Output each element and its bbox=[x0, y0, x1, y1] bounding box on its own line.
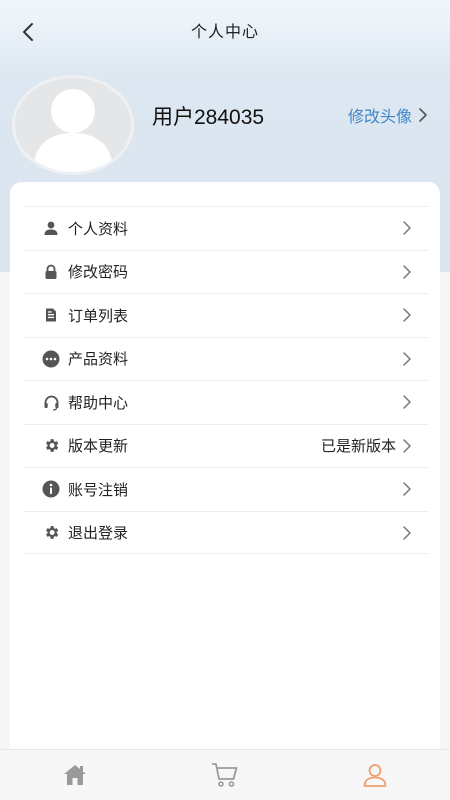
menu-item-label: 修改密码 bbox=[68, 263, 129, 282]
menu-item-logout[interactable]: 退出登录 bbox=[24, 510, 428, 554]
tab-home[interactable] bbox=[45, 750, 105, 800]
menu-list: 个人资料 修改密码 订单列表 产品资料 帮助中心 版本更新 已是新版本 账号注销… bbox=[24, 206, 428, 554]
cart-icon bbox=[211, 763, 238, 787]
menu-item-label: 订单列表 bbox=[68, 306, 129, 325]
menu-item-help-center[interactable]: 帮助中心 bbox=[24, 380, 428, 424]
lock-icon bbox=[42, 263, 60, 281]
menu-item-version-update[interactable]: 版本更新 已是新版本 bbox=[24, 423, 428, 468]
menu-item-label: 帮助中心 bbox=[68, 393, 129, 412]
back-button[interactable] bbox=[16, 20, 40, 44]
menu-item-order-list[interactable]: 订单列表 bbox=[24, 293, 428, 337]
change-avatar-label: 修改头像 bbox=[347, 107, 412, 126]
profile-section: 用户284035 修改头像 bbox=[0, 75, 450, 175]
nav-bar: 个人中心 bbox=[0, 0, 450, 60]
chevron-right-icon bbox=[403, 438, 411, 453]
version-status: 已是新版本 bbox=[320, 437, 396, 456]
person-icon bbox=[42, 219, 60, 237]
document-icon bbox=[42, 306, 60, 324]
gear-icon bbox=[42, 523, 60, 541]
menu-card: 个人资料 修改密码 订单列表 产品资料 帮助中心 版本更新 已是新版本 账号注销… bbox=[10, 182, 440, 800]
bottom-tab-bar bbox=[0, 749, 450, 800]
tab-profile[interactable] bbox=[345, 750, 405, 800]
chevron-right-icon bbox=[419, 108, 427, 122]
menu-item-change-password[interactable]: 修改密码 bbox=[24, 249, 428, 294]
chevron-right-icon bbox=[403, 395, 411, 409]
chevron-right-icon bbox=[403, 264, 411, 279]
change-avatar-link[interactable]: 修改头像 bbox=[348, 103, 428, 127]
menu-item-label: 版本更新 bbox=[68, 437, 129, 456]
menu-item-label: 退出登录 bbox=[68, 523, 129, 542]
tab-cart[interactable] bbox=[195, 750, 255, 800]
avatar-placeholder-icon bbox=[33, 89, 113, 172]
avatar[interactable] bbox=[12, 75, 134, 175]
chevron-right-icon bbox=[403, 351, 411, 366]
username: 用户284035 bbox=[152, 106, 265, 129]
user-icon bbox=[363, 764, 387, 787]
chevron-right-icon bbox=[403, 525, 411, 540]
menu-item-product-info[interactable]: 产品资料 bbox=[24, 336, 428, 381]
menu-item-label: 个人资料 bbox=[68, 219, 129, 238]
more-dots-icon bbox=[42, 350, 60, 368]
home-icon bbox=[64, 765, 86, 785]
gear-icon bbox=[42, 437, 60, 455]
chevron-right-icon bbox=[403, 308, 411, 322]
chevron-right-icon bbox=[403, 221, 411, 235]
menu-item-delete-account[interactable]: 账号注销 bbox=[24, 467, 428, 511]
menu-item-profile-info[interactable]: 个人资料 bbox=[24, 206, 428, 250]
menu-item-label: 账号注销 bbox=[68, 480, 129, 499]
chevron-left-icon bbox=[23, 23, 33, 41]
chevron-right-icon bbox=[403, 482, 411, 496]
info-icon bbox=[42, 480, 60, 498]
headset-icon bbox=[42, 393, 60, 411]
menu-item-label: 产品资料 bbox=[68, 350, 129, 369]
page-title: 个人中心 bbox=[190, 22, 259, 41]
